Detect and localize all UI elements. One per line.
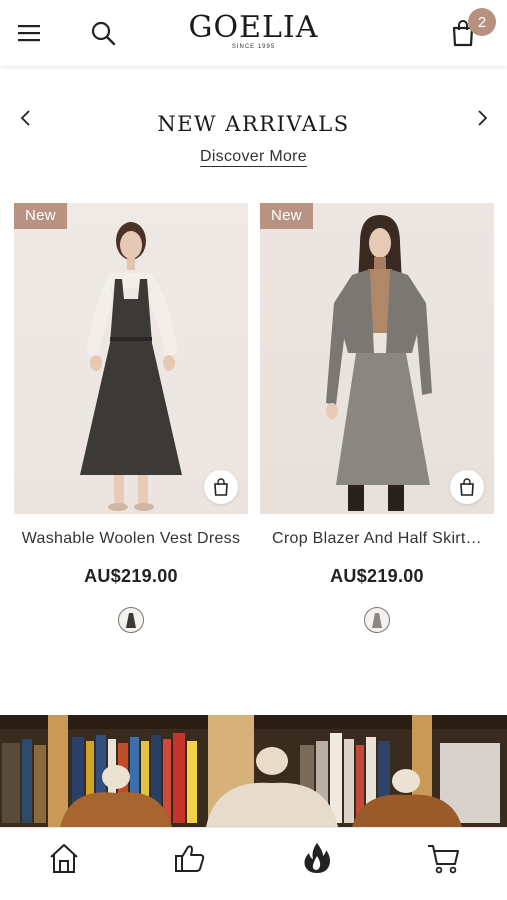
product-price: AU$219.00 (84, 566, 178, 586)
logo-wordmark: GOELIA (188, 10, 319, 45)
new-badge: New (260, 203, 313, 229)
top-header: GOELIA SINCE 1995 2 (0, 0, 507, 66)
product-card[interactable]: New Crop Blazer And Half Skirt… AU$219.0… (260, 203, 494, 633)
cart-icon[interactable] (424, 838, 464, 878)
product-image[interactable]: New (14, 203, 248, 514)
product-name[interactable]: Washable Woolen Vest Dress (14, 530, 248, 548)
banner-image (0, 715, 507, 827)
product-name[interactable]: Crop Blazer And Half Skirt… (260, 530, 494, 548)
chevron-right-icon[interactable] (470, 106, 494, 130)
thumbs-up-icon[interactable] (170, 838, 210, 878)
new-arrivals-header: NEW ARRIVALS Discover More (0, 100, 507, 180)
color-swatch[interactable] (364, 607, 390, 633)
shopping-bag-icon (460, 478, 474, 496)
product-card[interactable]: New Washable Woolen Vest Dress AU$219.00 (14, 203, 248, 633)
product-price: AU$219.00 (330, 566, 424, 586)
bottom-navigation (0, 827, 507, 900)
section-title: NEW ARRIVALS (157, 112, 350, 136)
color-swatch[interactable] (118, 607, 144, 633)
promo-banner[interactable] (0, 715, 507, 827)
product-image[interactable]: New (260, 203, 494, 514)
logo-tagline: SINCE 1995 (231, 44, 276, 50)
add-to-cart-button[interactable] (204, 470, 238, 504)
discover-more-link[interactable]: Discover More (199, 148, 308, 167)
add-to-cart-button[interactable] (450, 470, 484, 504)
model-illustration (80, 222, 182, 511)
flame-icon[interactable] (297, 838, 337, 878)
shopping-bag-icon (214, 478, 228, 496)
model-illustration (326, 215, 432, 511)
home-icon[interactable] (44, 838, 84, 878)
brand-logo[interactable]: GOELIA SINCE 1995 (0, 12, 507, 51)
new-badge: New (14, 203, 67, 229)
cart-count-badge: 2 (468, 8, 496, 36)
